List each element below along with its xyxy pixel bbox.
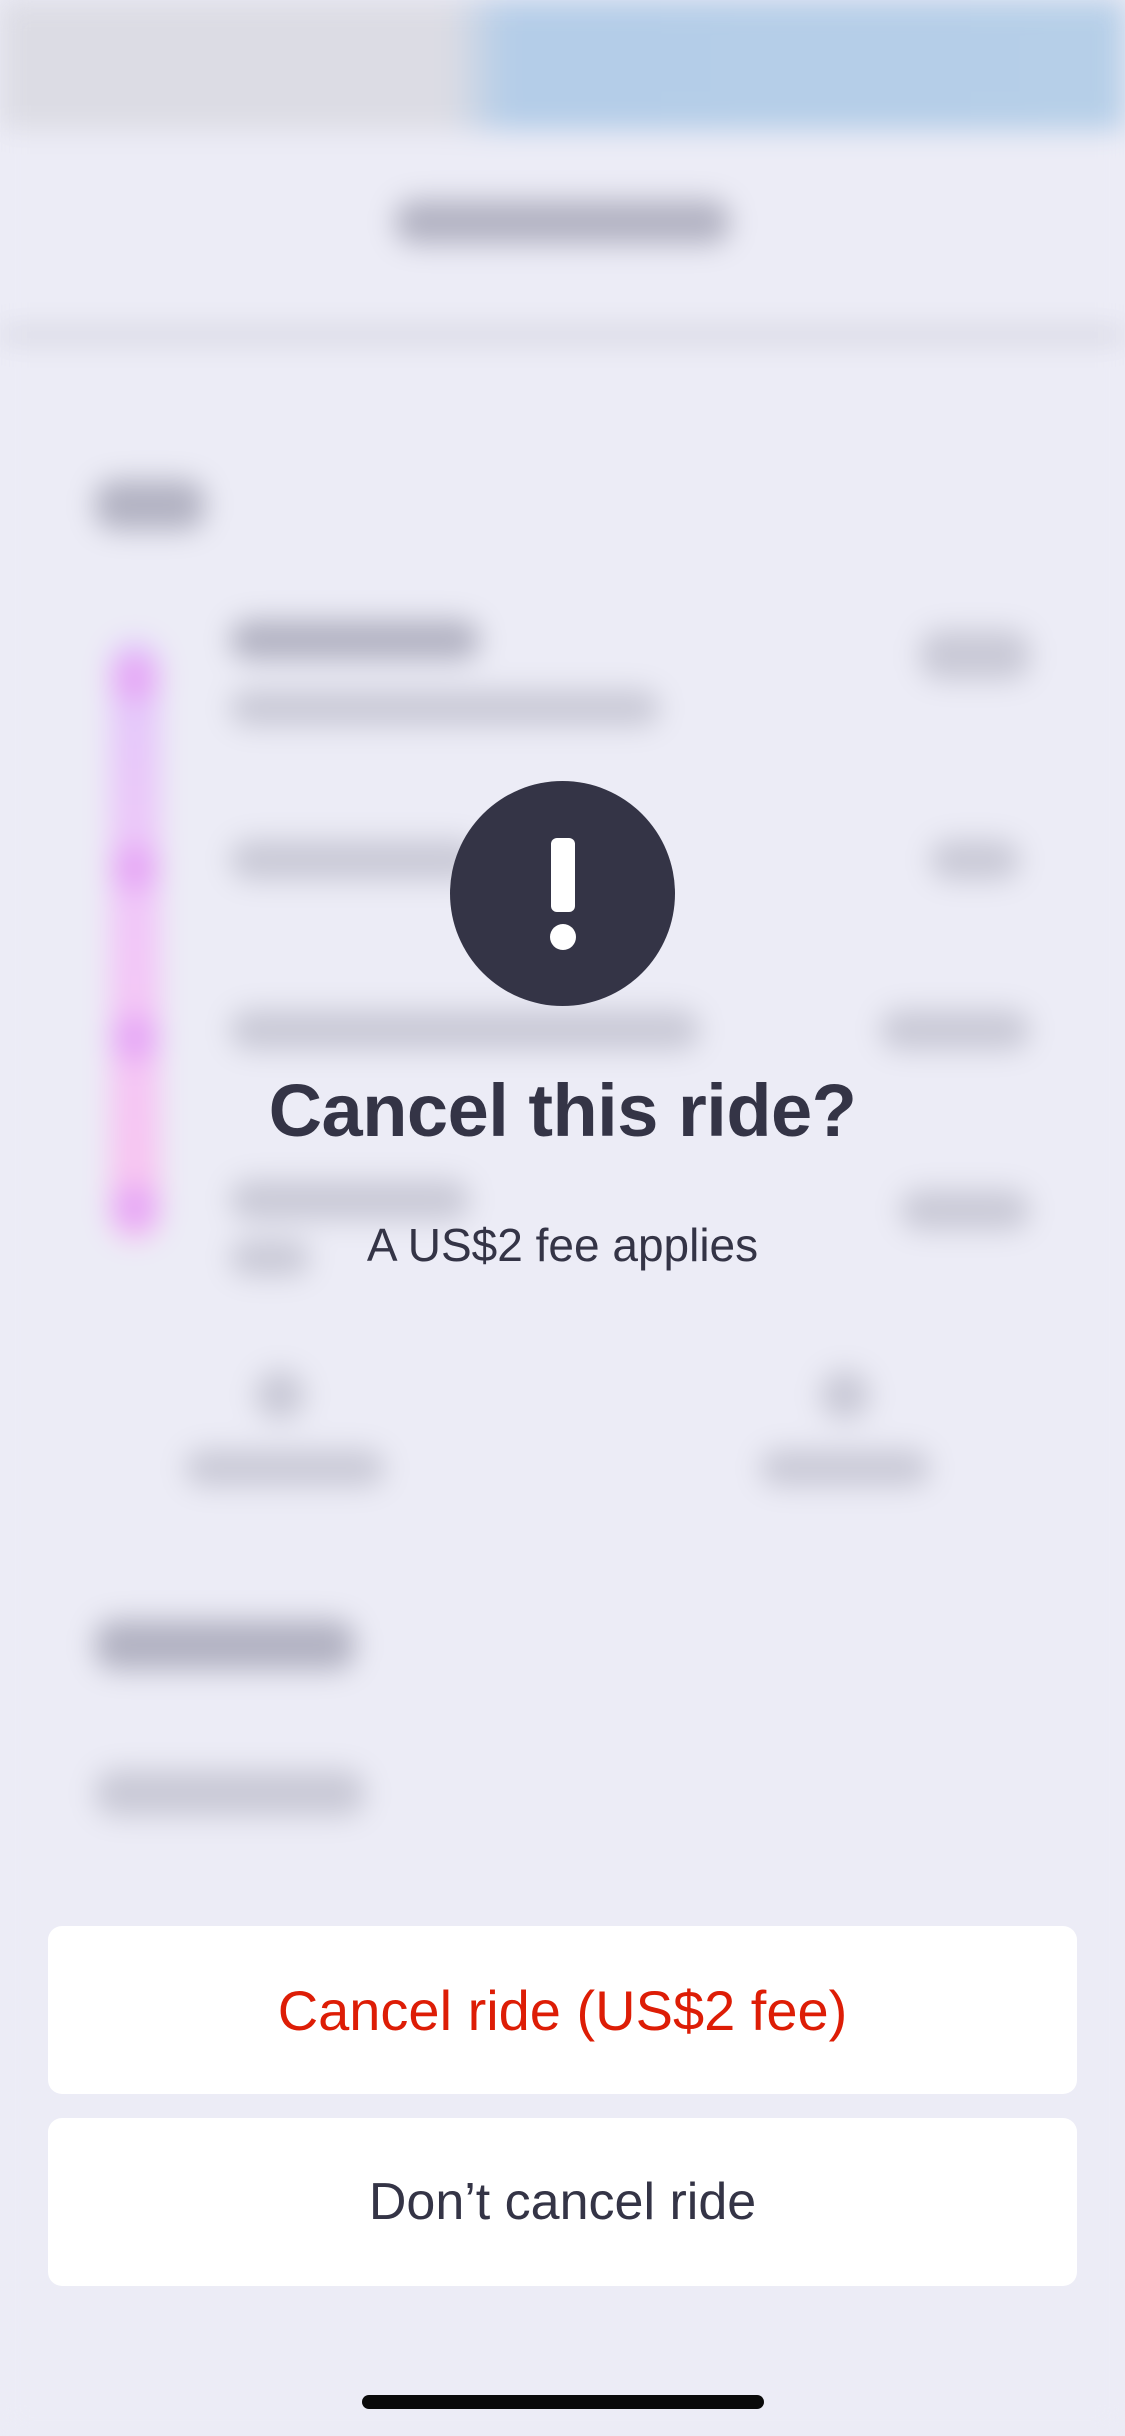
dont-cancel-ride-button[interactable]: Don’t cancel ride	[48, 2118, 1077, 2286]
dont-cancel-ride-label: Don’t cancel ride	[368, 2173, 757, 2231]
background-map-strip	[0, 0, 1125, 130]
cancel-ride-label: Cancel ride (US$2 fee)	[277, 1978, 848, 2042]
cancel-ride-button[interactable]: Cancel ride (US$2 fee)	[48, 1926, 1077, 2094]
home-indicator[interactable]	[362, 2395, 764, 2409]
dialog-title: Cancel this ride?	[268, 1069, 857, 1152]
dialog-subtitle: A US$2 fee applies	[366, 1219, 759, 1271]
exclamation-icon	[450, 781, 675, 1006]
